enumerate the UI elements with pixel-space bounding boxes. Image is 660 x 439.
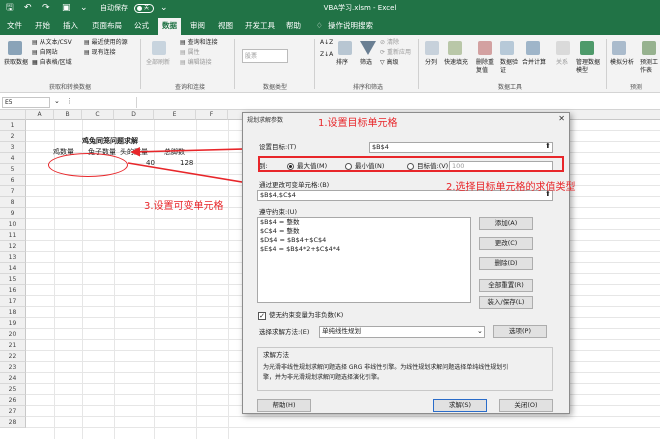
- constraints-label: 遵守约束:(U): [259, 208, 298, 216]
- method-label: 选择求解方法:(E): [259, 328, 310, 336]
- solve-button[interactable]: 求解(S): [433, 399, 487, 412]
- close-icon[interactable]: ✕: [558, 114, 565, 123]
- constraints-list[interactable]: $B$4 = 整数 $C$4 = 整数 $D$4 = $B$4+$C$4 $E$…: [257, 217, 471, 303]
- nonneg-label: 使无约束变量为非负数(K): [269, 311, 344, 319]
- annotation-3: 3.设置可变单元格: [144, 201, 224, 212]
- annotation-2: 2.选择目标单元格的求值类型: [446, 182, 576, 193]
- add-button[interactable]: 添加(A): [479, 217, 533, 230]
- nonneg-checkbox[interactable]: ✓: [258, 312, 266, 320]
- help-button[interactable]: 帮助(H): [257, 399, 311, 412]
- change-button[interactable]: 更改(C): [479, 237, 533, 250]
- list-item[interactable]: $D$4 = $B$4+$C$4: [260, 236, 470, 245]
- list-item[interactable]: $B$4 = 整数: [260, 218, 470, 227]
- reset-all-button[interactable]: 全部重置(R): [479, 279, 533, 292]
- delete-button[interactable]: 删除(D): [479, 257, 533, 270]
- target-input[interactable]: $B$4: [369, 142, 553, 153]
- method-description: 为光滑非线性规划求解问题选择 GRG 非线性引擎。为线性规划求解问题选择单纯线性…: [263, 364, 509, 371]
- list-item[interactable]: $E$4 = $B$4*2+$C$4*4: [260, 245, 470, 254]
- target-label: 设置目标:(T): [259, 143, 297, 151]
- list-item[interactable]: $C$4 = 整数: [260, 227, 470, 236]
- load-save-button[interactable]: 装入/保存(L): [479, 296, 533, 309]
- vars-label: 通过更改可变单元格:(B): [259, 181, 330, 189]
- solving-method-heading: 求解方法: [263, 351, 289, 359]
- annotation-1: 1.设置目标单元格: [318, 118, 398, 129]
- chevron-down-icon[interactable]: ⌄: [477, 327, 483, 335]
- method-select[interactable]: 单纯线性规划: [319, 326, 485, 338]
- dialog-title: 规划求解参数: [247, 117, 284, 124]
- close-button[interactable]: 关闭(O): [499, 399, 553, 412]
- options-button[interactable]: 选项(P): [493, 325, 547, 338]
- range-select-icon[interactable]: ⬆: [545, 142, 551, 150]
- method-description-2: 擎，并为非光滑规划求解问题选择演化引擎。: [263, 374, 384, 381]
- highlight-box: [258, 156, 564, 172]
